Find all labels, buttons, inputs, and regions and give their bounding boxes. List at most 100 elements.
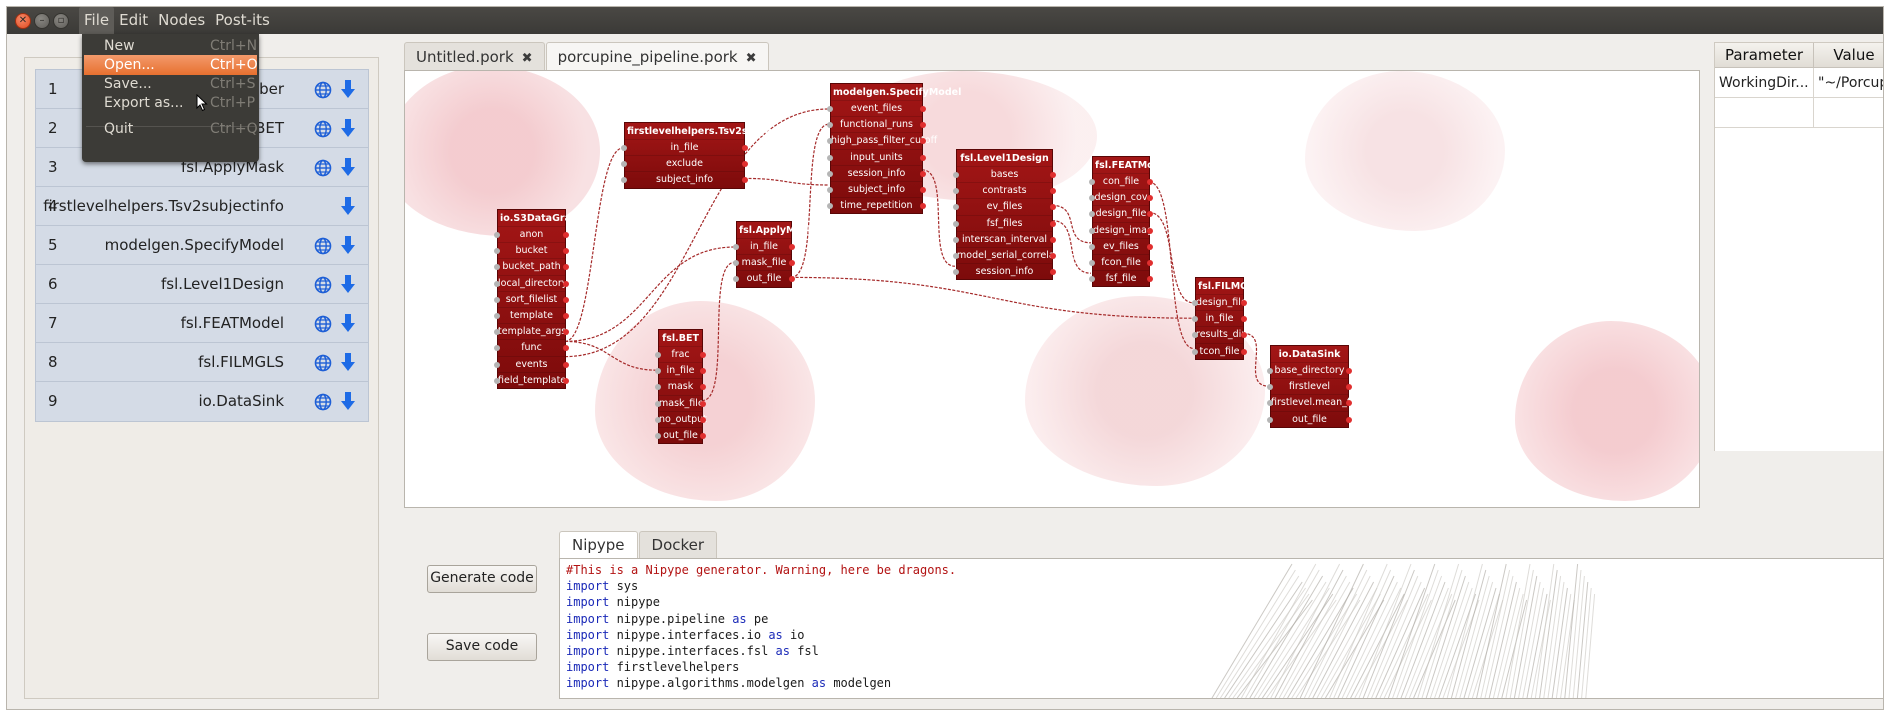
download-arrow-icon[interactable] (340, 352, 356, 372)
node-port[interactable]: design_cov (1089, 189, 1153, 205)
node-port[interactable]: ev_files (953, 198, 1056, 214)
node-port[interactable]: bases (953, 166, 1056, 182)
node-port[interactable]: in_file (733, 238, 795, 254)
node-list-item[interactable]: 4 firstlevelhelpers.Tsv2subjectinfo (35, 186, 369, 227)
menu-item-open[interactable]: Open... Ctrl+O (84, 55, 258, 75)
globe-icon[interactable] (314, 159, 332, 177)
node-port[interactable]: bucket_path (494, 258, 569, 274)
pipeline-node[interactable]: io.S3DataGrabber anon bucket bucket_path loc… (494, 209, 596, 389)
pipeline-canvas[interactable]: io.S3DataGrabber anon bucket bucket_path loc… (404, 70, 1700, 508)
download-arrow-icon[interactable] (340, 118, 356, 138)
node-port[interactable]: contrasts (953, 182, 1056, 198)
download-arrow-icon[interactable] (340, 391, 356, 411)
node-port[interactable]: functional_runs (827, 116, 926, 132)
param-value-cell[interactable]: "~/Porcupine" (1814, 68, 1883, 98)
tab-docker[interactable]: Docker (638, 531, 718, 559)
node-port[interactable]: design_image (1089, 221, 1159, 238)
pipeline-node[interactable]: fsl.BET frac in_file mask mask_file no_output… (655, 329, 707, 445)
node-port[interactable]: input_units (827, 148, 926, 165)
node-port[interactable]: subject_info (827, 180, 926, 197)
minimize-window-button[interactable]: – (34, 13, 50, 29)
param-name-cell[interactable] (1715, 98, 1814, 128)
node-port[interactable]: out_file (733, 270, 795, 286)
pipeline-node[interactable]: fsl.FILMGLS design_file in_file results_dir… (1192, 277, 1261, 360)
node-port[interactable]: tcon_file (1192, 342, 1247, 359)
globe-icon[interactable] (314, 237, 332, 255)
node-port[interactable]: model_serial_correlations (953, 246, 1078, 263)
pipeline-node[interactable]: firstlevelhelpers.Tsv2subjectinfo in_file… (621, 122, 802, 189)
menu-postits[interactable]: Post-its (210, 7, 275, 34)
node-port[interactable]: no_output (655, 410, 707, 427)
node-port[interactable]: out_file (1267, 410, 1352, 427)
tab-close-icon[interactable]: ✖ (746, 51, 757, 66)
node-port[interactable]: func (494, 339, 569, 355)
download-arrow-icon[interactable] (340, 235, 356, 255)
node-port[interactable]: session_info (827, 164, 926, 181)
node-port[interactable]: fcon_file (1089, 253, 1153, 270)
pipeline-node[interactable]: fsl.ApplyMask in_file mask_file out_file (733, 221, 814, 288)
node-port[interactable]: out_file (655, 426, 706, 443)
node-port[interactable]: in_file (621, 139, 748, 155)
node-list-item[interactable]: 5 modelgen.SpecifyModel (35, 225, 369, 266)
node-port[interactable]: mask_file (733, 254, 795, 270)
menu-nodes[interactable]: Nodes (153, 7, 210, 34)
node-port[interactable]: design_file (1192, 294, 1247, 310)
node-port[interactable]: exclude (621, 155, 748, 171)
node-port[interactable]: event_files (827, 100, 926, 116)
tab-untitled[interactable]: Untitled.pork ✖ (404, 42, 545, 71)
param-name-cell[interactable]: WorkingDir... (1715, 68, 1814, 98)
node-port[interactable]: template (494, 306, 569, 323)
code-editor[interactable]: #This is a Nipype generator. Warning, he… (559, 558, 1883, 699)
node-port[interactable]: mask (655, 378, 706, 394)
pipeline-node[interactable]: fsl.FEATModel con_file design_cov design_fi… (1089, 156, 1170, 288)
node-port[interactable]: in_file (655, 362, 706, 378)
globe-icon[interactable] (314, 393, 332, 411)
node-port[interactable]: in_file (1192, 310, 1247, 326)
menu-item-export-as[interactable]: Export as... Ctrl+P (84, 93, 257, 113)
tab-nipype[interactable]: Nipype (559, 531, 638, 559)
node-port[interactable]: interscan_interval (953, 230, 1056, 247)
save-code-button[interactable]: Save code (427, 633, 537, 661)
maximize-window-button[interactable]: ▫ (53, 13, 69, 29)
generate-code-button[interactable]: Generate code (427, 565, 537, 593)
node-port[interactable]: mask_file (655, 394, 706, 411)
download-arrow-icon[interactable] (340, 79, 356, 99)
node-port[interactable]: fsf_files (953, 214, 1056, 231)
param-value-cell[interactable] (1814, 98, 1883, 128)
param-header-parameter[interactable]: Parameter (1715, 43, 1814, 68)
node-port[interactable]: time_repetition (827, 197, 926, 213)
node-port[interactable]: frac (655, 346, 706, 362)
node-list-item[interactable]: 7 fsl.FEATModel (35, 303, 369, 344)
download-arrow-icon[interactable] (340, 313, 356, 333)
node-port[interactable]: ev_files (1089, 237, 1153, 254)
node-port[interactable]: local_directory (494, 274, 569, 291)
menu-item-new[interactable]: New Ctrl+N (84, 36, 257, 56)
globe-icon[interactable] (314, 315, 332, 333)
node-port[interactable]: high_pass_filter_cutoff (827, 132, 937, 148)
node-port[interactable]: field_template (494, 371, 569, 388)
pipeline-node[interactable]: fsl.Level1Design bases contrasts ev_files fs… (953, 149, 1078, 281)
node-port[interactable]: anon (494, 226, 569, 242)
node-port[interactable]: session_info (953, 263, 1056, 279)
globe-icon[interactable] (314, 81, 332, 99)
node-port[interactable]: events (494, 355, 569, 372)
pipeline-node[interactable]: io.DataSink base_directory firstlevel first… (1267, 345, 1367, 428)
node-port[interactable]: firstlevel (1267, 378, 1352, 394)
globe-icon[interactable] (314, 354, 332, 372)
node-port[interactable]: template_args (494, 323, 569, 339)
close-window-button[interactable]: ✕ (15, 13, 31, 29)
menu-edit[interactable]: Edit (114, 7, 153, 34)
node-list-item[interactable]: 8 fsl.FILMGLS (35, 342, 369, 383)
download-arrow-icon[interactable] (340, 157, 356, 177)
globe-icon[interactable] (314, 276, 332, 294)
node-port[interactable]: design_file (1089, 205, 1153, 221)
download-arrow-icon[interactable] (340, 196, 356, 216)
node-port[interactable]: firstlevel.mean_func (1267, 394, 1367, 410)
node-port[interactable]: bucket (494, 242, 569, 258)
menu-file[interactable]: File (79, 7, 115, 34)
tab-close-icon[interactable]: ✖ (522, 51, 533, 66)
node-list-item[interactable]: 9 io.DataSink (35, 381, 369, 422)
menu-item-save[interactable]: Save... Ctrl+S (84, 74, 257, 94)
node-port[interactable]: fsf_file (1089, 270, 1153, 286)
node-port[interactable]: sort_filelist (494, 290, 569, 307)
